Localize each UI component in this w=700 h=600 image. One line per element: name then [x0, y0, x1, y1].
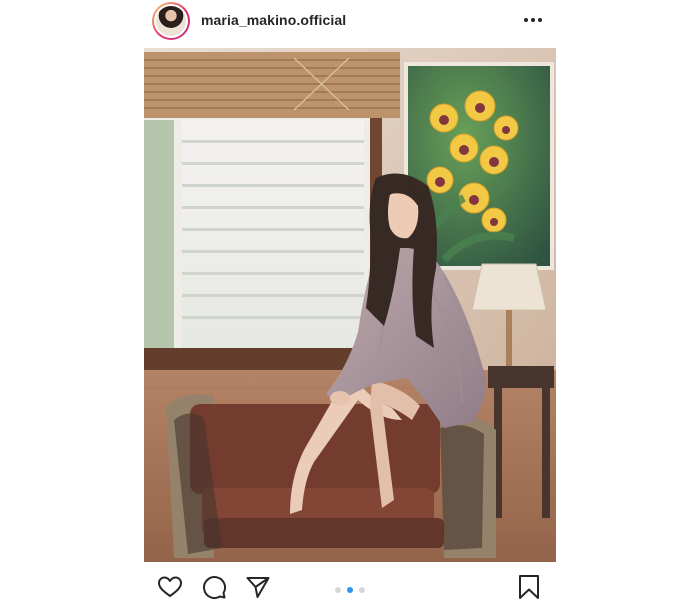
post-photo[interactable] [144, 48, 556, 562]
carousel-dot-3 [359, 587, 365, 593]
post-header: maria_makino.official [144, 0, 556, 44]
username[interactable]: maria_makino.official [201, 12, 346, 28]
avatar[interactable] [152, 2, 190, 40]
carousel-dot-2 [347, 587, 353, 593]
share-button[interactable] [245, 574, 271, 600]
like-button[interactable] [157, 574, 183, 600]
avatar-photo [156, 6, 186, 36]
carousel-dot-1 [335, 587, 341, 593]
comment-button[interactable] [201, 574, 227, 600]
carousel-indicator [332, 586, 368, 594]
bookmark-icon [519, 575, 539, 599]
more-options-button[interactable] [520, 10, 546, 30]
comment-icon [203, 576, 227, 600]
avatar-frame [154, 4, 188, 38]
more-horizontal-icon [524, 18, 542, 22]
save-button[interactable] [516, 574, 542, 600]
send-icon [246, 577, 270, 598]
heart-icon [158, 576, 182, 597]
post-action-bar [144, 562, 556, 600]
